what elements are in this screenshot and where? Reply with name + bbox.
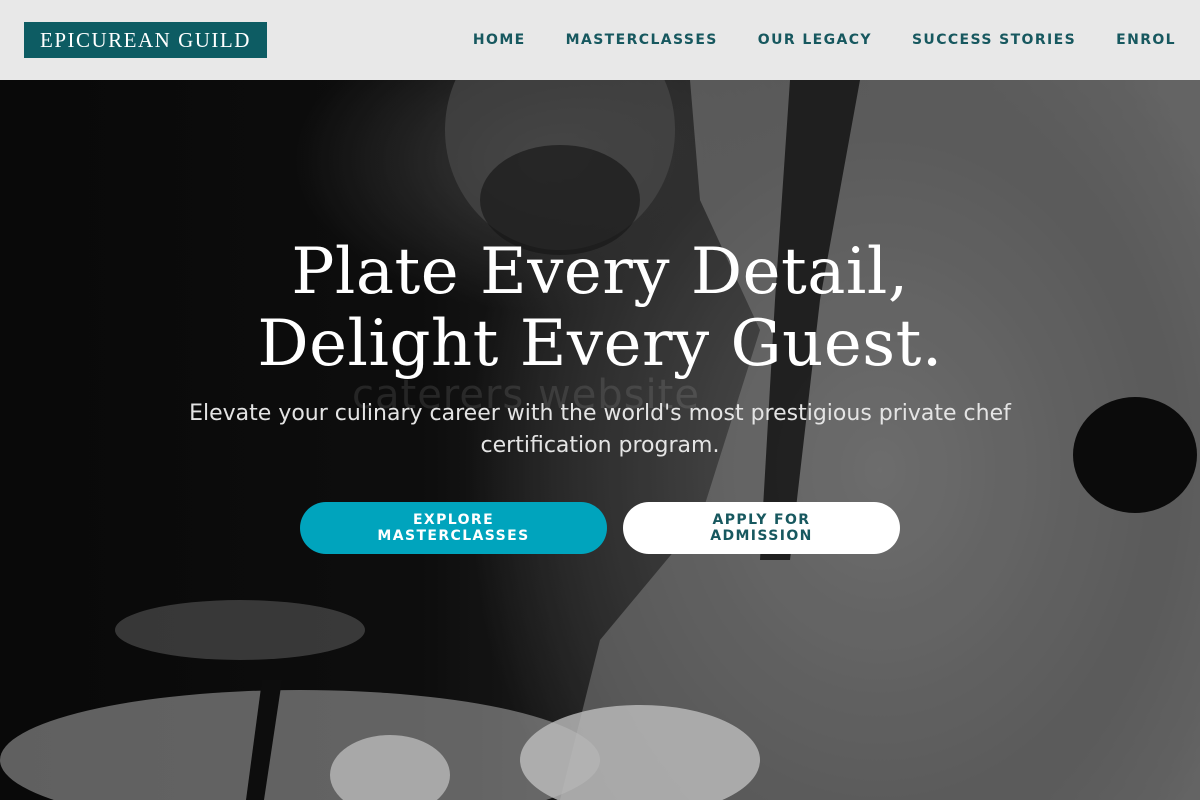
page: EPICUREAN GUILD HOME MASTERCLASSES OUR L…: [0, 0, 1200, 800]
explore-masterclasses-button[interactable]: EXPLORE MASTERCLASSES: [300, 502, 607, 554]
main-nav: HOME MASTERCLASSES OUR LEGACY SUCCESS ST…: [473, 32, 1176, 48]
nav-link-home[interactable]: HOME: [473, 32, 526, 48]
hero-headline-line-1: Plate Every Detail,: [291, 235, 909, 309]
site-logo[interactable]: EPICUREAN GUILD: [24, 22, 267, 58]
hero-subheading: Elevate your culinary career with the wo…: [189, 401, 1011, 458]
nav-link-our-legacy[interactable]: OUR LEGACY: [758, 32, 872, 48]
hero-section: Plate Every Detail, Delight Every Guest.…: [0, 236, 1200, 554]
apply-for-admission-button[interactable]: APPLY FOR ADMISSION: [623, 502, 900, 554]
hero-headline-line-2: Delight Every Guest.: [257, 307, 943, 381]
site-header: EPICUREAN GUILD HOME MASTERCLASSES OUR L…: [0, 0, 1200, 80]
nav-link-enrol[interactable]: ENROL: [1116, 32, 1176, 48]
nav-link-success-stories[interactable]: SUCCESS STORIES: [912, 32, 1076, 48]
hero-cta-group: EXPLORE MASTERCLASSES APPLY FOR ADMISSIO…: [0, 502, 1200, 554]
hero-headline: Plate Every Detail, Delight Every Guest.: [0, 236, 1200, 380]
nav-link-masterclasses[interactable]: MASTERCLASSES: [566, 32, 718, 48]
